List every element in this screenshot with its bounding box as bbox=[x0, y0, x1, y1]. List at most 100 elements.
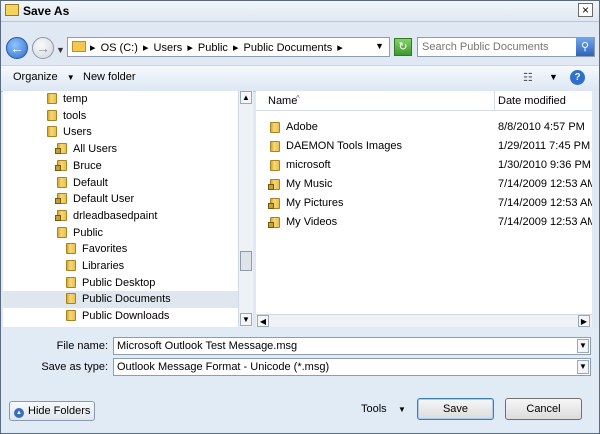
file-date: 7/14/2009 12:53 AM bbox=[498, 197, 592, 209]
scroll-thumb[interactable] bbox=[240, 251, 252, 271]
navigation-pane-scrollbar[interactable]: ▲ ▼ bbox=[238, 91, 253, 327]
folder-icon bbox=[47, 126, 57, 137]
breadcrumb-separator: ▸ bbox=[90, 42, 96, 54]
tree-item-label: Users bbox=[63, 126, 92, 138]
scroll-down-icon[interactable]: ▼ bbox=[240, 313, 252, 326]
folder-icon bbox=[270, 141, 280, 152]
tree-item-drleadbasedpaint[interactable]: drleadbasedpaint bbox=[55, 208, 157, 225]
breadcrumb-separator[interactable]: ▸ bbox=[187, 42, 193, 54]
file-row[interactable]: My Music 7/14/2009 12:53 AM bbox=[256, 175, 592, 194]
file-row[interactable]: My Pictures 7/14/2009 12:53 AM bbox=[256, 194, 592, 213]
back-button[interactable]: ← bbox=[6, 37, 28, 59]
locked-folder-icon bbox=[55, 143, 67, 154]
tree-item-label: tools bbox=[63, 110, 87, 122]
save-as-type-value: Outlook Message Format - Unicode (*.msg) bbox=[117, 361, 330, 373]
tree-item-all-users[interactable]: All Users bbox=[55, 141, 118, 158]
chevron-down-icon[interactable]: ▼ bbox=[577, 339, 589, 353]
locked-folder-icon bbox=[268, 198, 280, 209]
forward-button[interactable]: → bbox=[32, 37, 54, 59]
file-name: DAEMON Tools Images bbox=[286, 140, 402, 152]
folder-icon bbox=[66, 293, 76, 304]
folder-icon bbox=[72, 41, 86, 52]
file-list-header: Name ^ Date modified bbox=[256, 91, 592, 111]
tree-item-temp[interactable]: temp bbox=[47, 91, 87, 108]
file-list-scrollbar[interactable]: ◀ ▶ bbox=[256, 314, 592, 327]
file-row[interactable]: My Videos 7/14/2009 12:53 AM bbox=[256, 213, 592, 232]
save-as-type-select[interactable]: Outlook Message Format - Unicode (*.msg)… bbox=[113, 358, 591, 376]
tree-item-users[interactable]: Users bbox=[47, 124, 92, 141]
tree-item-label: Public Desktop bbox=[82, 277, 156, 289]
tree-item-libraries[interactable]: Libraries bbox=[66, 258, 124, 275]
organize-button[interactable]: Organize ▼ bbox=[13, 71, 75, 83]
tree-item-public[interactable]: Public bbox=[57, 225, 103, 242]
save-button[interactable]: Save bbox=[417, 398, 494, 420]
folder-icon bbox=[270, 122, 280, 133]
scroll-up-icon[interactable]: ▲ bbox=[240, 91, 252, 104]
chevron-down-icon[interactable]: ▼ bbox=[577, 360, 589, 374]
breadcrumb-public[interactable]: Public bbox=[198, 42, 228, 54]
tools-dropdown-icon[interactable]: ▼ bbox=[398, 405, 406, 414]
file-name-input[interactable] bbox=[117, 339, 567, 353]
tree-item-public-desktop[interactable]: Public Desktop bbox=[66, 275, 155, 292]
refresh-icon[interactable]: ↻ bbox=[394, 38, 412, 56]
tree-item-public-downloads[interactable]: Public Downloads bbox=[66, 308, 169, 325]
save-options-panel: File name: ▼ Save as type: Outlook Messa… bbox=[1, 328, 599, 433]
tree-item-label: Bruce bbox=[73, 160, 102, 172]
views-dropdown-icon[interactable]: ▼ bbox=[549, 72, 558, 82]
file-row[interactable]: Adobe 8/8/2010 4:57 PM bbox=[256, 118, 592, 137]
views-icon[interactable]: ☷ bbox=[523, 71, 533, 84]
scroll-right-icon[interactable]: ▶ bbox=[578, 315, 590, 327]
tree-item-default-user[interactable]: Default User bbox=[55, 191, 134, 208]
file-row[interactable]: microsoft 1/30/2010 9:36 PM bbox=[256, 156, 592, 175]
tree-item-label: Public bbox=[73, 227, 103, 239]
close-button[interactable]: × bbox=[578, 3, 593, 17]
breadcrumb-separator[interactable]: ▸ bbox=[233, 42, 239, 54]
breadcrumb: ▸ OS (C:) ▸ Users ▸ Public ▸ Public Docu… bbox=[90, 41, 345, 54]
search-box[interactable]: ⚲ bbox=[417, 37, 595, 57]
column-divider[interactable] bbox=[494, 91, 495, 110]
recent-locations-dropdown-icon[interactable]: ▼ bbox=[56, 45, 65, 55]
new-folder-button[interactable]: New folder bbox=[83, 71, 136, 83]
search-input[interactable] bbox=[422, 40, 570, 54]
file-name: microsoft bbox=[286, 159, 331, 171]
column-header-name[interactable]: Name bbox=[268, 95, 297, 107]
file-date: 8/8/2010 4:57 PM bbox=[498, 121, 585, 133]
hide-folders-label: Hide Folders bbox=[28, 405, 91, 417]
locked-folder-icon bbox=[55, 160, 67, 171]
tools-button[interactable]: Tools bbox=[361, 403, 387, 415]
scroll-left-icon[interactable]: ◀ bbox=[257, 315, 269, 327]
file-name-field[interactable]: ▼ bbox=[113, 337, 591, 355]
locked-folder-icon bbox=[268, 179, 280, 190]
file-date: 7/14/2009 12:53 AM bbox=[498, 178, 592, 190]
cancel-button[interactable]: Cancel bbox=[505, 398, 582, 420]
breadcrumb-public-documents[interactable]: Public Documents bbox=[244, 42, 333, 54]
dialog-icon bbox=[5, 4, 19, 16]
folder-icon bbox=[270, 160, 280, 171]
tree-item-bruce[interactable]: Bruce bbox=[55, 158, 102, 175]
breadcrumb-users[interactable]: Users bbox=[154, 42, 183, 54]
save-as-dialog: Save As × ← → ▼ ▸ OS (C:) ▸ Users ▸ Publ… bbox=[0, 0, 600, 434]
dialog-title: Save As bbox=[23, 4, 70, 18]
tree-item-tools[interactable]: tools bbox=[47, 108, 86, 125]
file-name: My Pictures bbox=[286, 197, 344, 209]
help-icon[interactable]: ? bbox=[570, 70, 585, 85]
address-dropdown-icon[interactable]: ▼ bbox=[375, 41, 384, 51]
hide-folders-button[interactable]: ▲ Hide Folders bbox=[9, 401, 96, 421]
breadcrumb-separator[interactable]: ▸ bbox=[337, 42, 343, 54]
tree-item-default[interactable]: Default bbox=[57, 175, 108, 192]
title-bar[interactable]: Save As × bbox=[1, 1, 599, 22]
column-header-date-modified[interactable]: Date modified bbox=[498, 95, 566, 107]
chevron-down-icon: ▼ bbox=[66, 73, 75, 82]
tree-item-public-documents[interactable]: Public Documents bbox=[3, 291, 238, 308]
breadcrumb-separator[interactable]: ▸ bbox=[143, 42, 149, 54]
tree-item-label: All Users bbox=[73, 143, 118, 155]
breadcrumb-os-c[interactable]: OS (C:) bbox=[101, 42, 138, 54]
address-bar[interactable]: ▸ OS (C:) ▸ Users ▸ Public ▸ Public Docu… bbox=[67, 37, 390, 57]
file-name: My Music bbox=[286, 178, 333, 190]
file-row[interactable]: DAEMON Tools Images 1/29/2011 7:45 PM bbox=[256, 137, 592, 156]
file-date: 7/14/2009 12:53 AM bbox=[498, 216, 592, 228]
organize-label: Organize bbox=[13, 71, 58, 83]
tree-item-favorites[interactable]: Favorites bbox=[66, 241, 127, 258]
tree-item-label: Public Documents bbox=[82, 293, 171, 305]
search-icon[interactable]: ⚲ bbox=[576, 38, 594, 56]
